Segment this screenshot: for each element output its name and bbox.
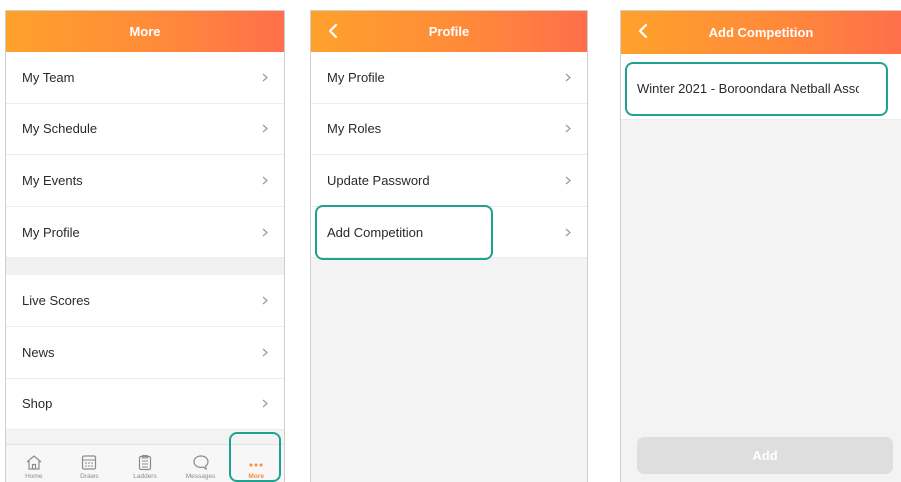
screen-title: More xyxy=(129,24,161,39)
screen-title: Profile xyxy=(428,24,470,39)
chevron-right-icon xyxy=(262,227,270,237)
header: Add Competition xyxy=(621,11,901,54)
draws-icon xyxy=(82,455,97,470)
menu-item-label: My Profile xyxy=(22,224,80,240)
chevron-right-icon xyxy=(262,347,270,357)
back-arrow-icon[interactable] xyxy=(321,18,345,44)
menu-item-label: My Schedule xyxy=(22,121,98,137)
chevron-right-icon xyxy=(565,72,573,82)
tab-label: Home xyxy=(25,473,43,480)
menu-item-my-events[interactable]: My Events xyxy=(6,155,284,207)
tab-label: Draws xyxy=(80,473,99,480)
menu-item-my-roles[interactable]: My Roles xyxy=(311,103,587,156)
menu-list-primary: My Team My Schedule My Events My Profile… xyxy=(6,52,284,431)
home-icon xyxy=(26,455,42,470)
highlight-competition-field xyxy=(625,62,888,116)
messages-icon xyxy=(192,455,209,471)
menu-item-my-profile[interactable]: My Profile xyxy=(311,52,587,104)
header: Profile xyxy=(311,11,587,52)
menu-item-label: Shop xyxy=(22,396,53,412)
tab-draws[interactable]: Draws xyxy=(62,445,118,482)
chevron-right-icon xyxy=(565,124,573,134)
tab-home[interactable]: Home xyxy=(6,445,62,482)
menu-item-label: My Roles xyxy=(327,121,382,137)
more-screen: More My Team My Schedule My Events My Pr… xyxy=(5,10,285,482)
back-arrow-icon[interactable] xyxy=(631,18,655,44)
menu-item-label: Live Scores xyxy=(22,293,90,309)
tab-label: Ladders xyxy=(133,473,157,480)
menu-item-shop[interactable]: Shop xyxy=(6,378,284,431)
chevron-right-icon xyxy=(262,124,270,134)
menu-item-label: Update Password xyxy=(327,172,430,188)
tab-messages[interactable]: Messages xyxy=(173,445,229,482)
menu-item-label: My Events xyxy=(22,172,83,188)
menu-item-update-password[interactable]: Update Password xyxy=(311,155,587,207)
highlight-more-tab xyxy=(229,432,281,482)
chevron-right-icon xyxy=(262,175,270,185)
highlight-add-competition xyxy=(315,205,493,260)
chevron-right-icon xyxy=(565,175,573,185)
tab-ladders[interactable]: Ladders xyxy=(117,445,173,482)
header: More xyxy=(6,11,284,52)
tab-label: Messages xyxy=(185,473,216,480)
add-button[interactable]: Add xyxy=(637,437,893,474)
menu-item-news[interactable]: News xyxy=(6,326,284,379)
chevron-right-icon xyxy=(262,72,270,82)
menu-item-label: My Team xyxy=(22,69,75,85)
menu-item-live-scores[interactable]: Live Scores xyxy=(6,275,284,327)
menu-item-label: News xyxy=(22,344,55,360)
section-divider xyxy=(6,258,284,276)
chevron-right-icon xyxy=(565,227,573,237)
menu-item-my-team[interactable]: My Team xyxy=(6,52,284,104)
chevron-right-icon xyxy=(262,399,270,409)
menu-item-label: My Profile xyxy=(327,69,385,85)
menu-item-my-schedule[interactable]: My Schedule xyxy=(6,103,284,156)
chevron-right-icon xyxy=(262,296,270,306)
ladders-icon xyxy=(138,454,152,471)
screen-title: Add Competition xyxy=(708,25,814,40)
menu-item-my-profile[interactable]: My Profile xyxy=(6,206,284,259)
